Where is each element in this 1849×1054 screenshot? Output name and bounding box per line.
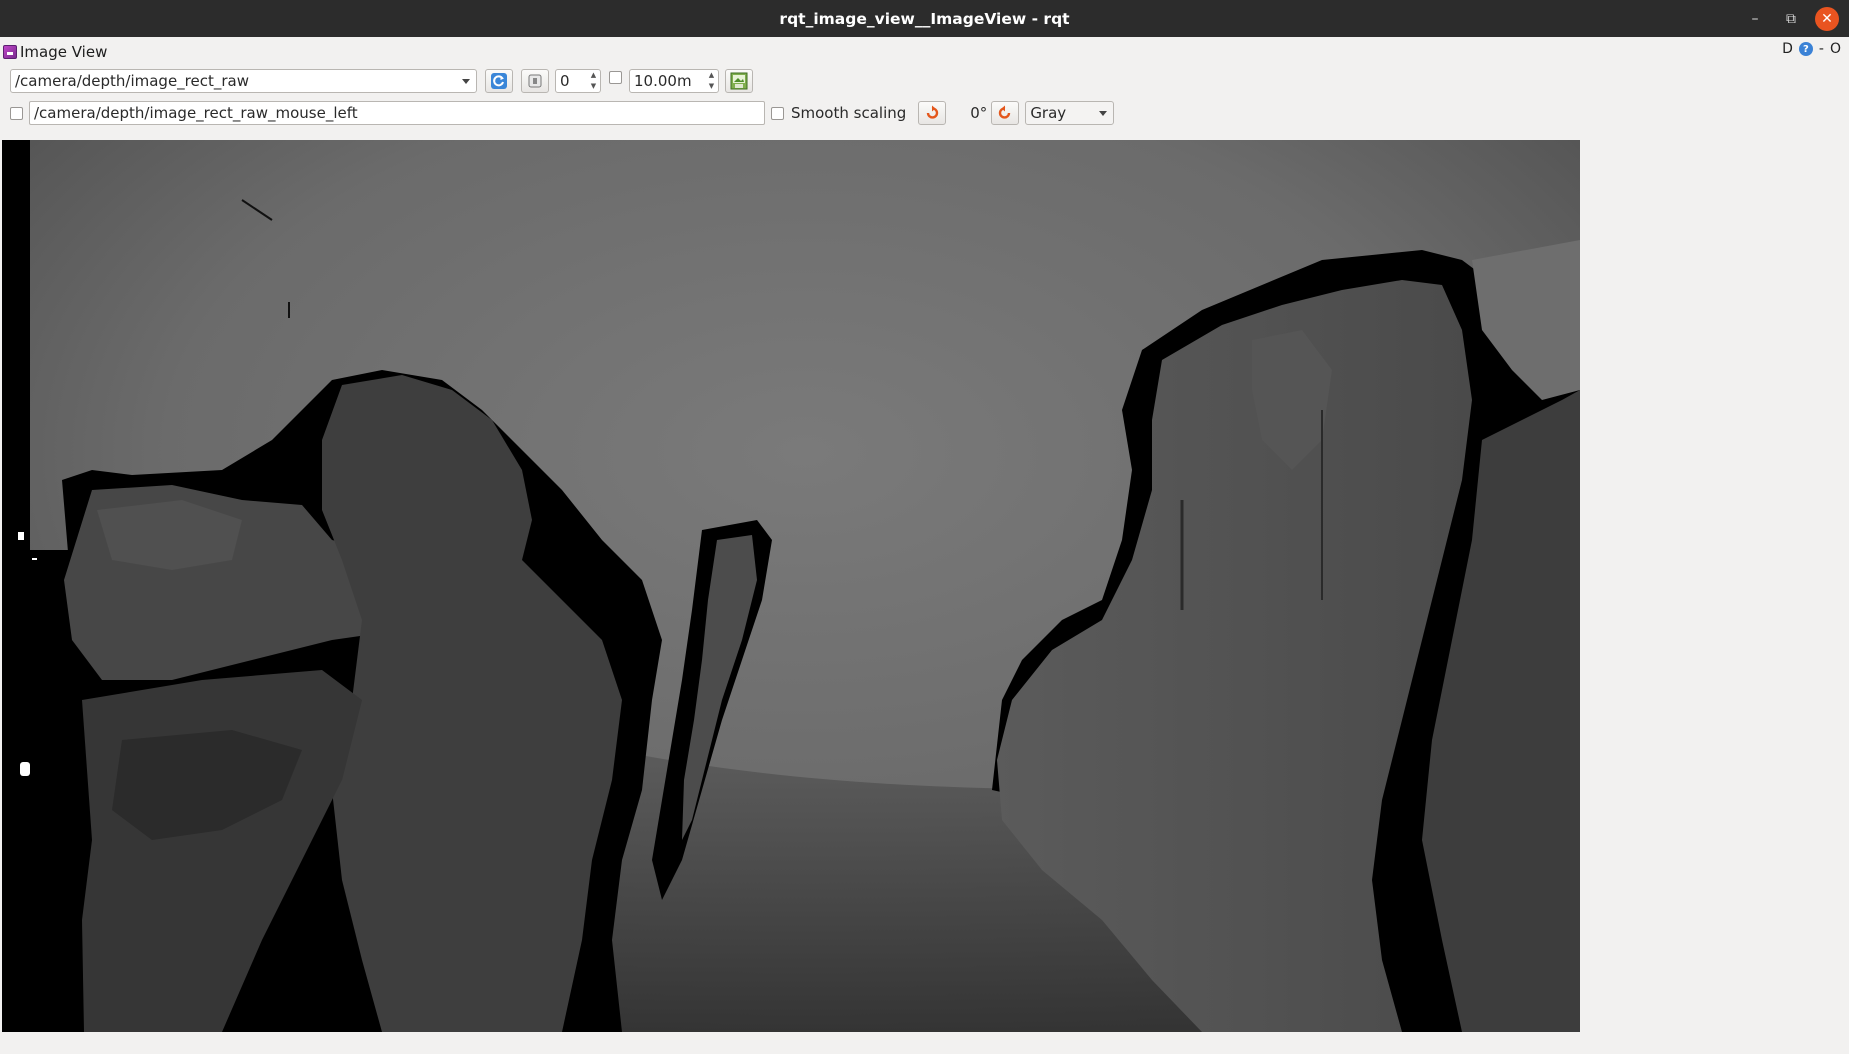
close-icon[interactable]: ✕ [1815,6,1839,31]
refresh-icon [491,73,507,89]
colormap-select[interactable]: Gray [1025,101,1115,125]
refresh-topics-button[interactable] [485,69,513,93]
dynamic-range-checkbox[interactable] [609,70,622,84]
mouse-topic-value: /camera/depth/image_rect_raw_mouse_left [34,104,358,122]
rotation-label: 0° [970,104,988,122]
window-titlebar: rqt_image_view__ImageView - rqt – ⧉ ✕ [0,0,1849,37]
image-view-plugin-icon [3,45,17,59]
dock-controls: D ? - O [1782,41,1841,57]
topic-select[interactable]: /camera/depth/image_rect_raw [10,69,477,93]
spin-arrows-icon[interactable]: ▲ ▼ [587,70,600,92]
chevron-down-icon [1099,111,1108,116]
mouse-topic-input[interactable]: /camera/depth/image_rect_raw_mouse_left [29,101,765,125]
max-range-spinbox[interactable]: 10.00m ▲ ▼ [629,69,719,93]
num-gridlines-spinbox[interactable]: 0 ▲ ▼ [555,69,601,93]
pause-icon [528,74,542,88]
colormap-value: Gray [1030,104,1067,122]
num-gridlines-value: 0 [560,72,570,90]
rotate-right-icon [999,105,1011,119]
window-controls: – ⧉ ✕ [1743,0,1839,37]
publish-mouse-checkbox[interactable] [10,106,23,120]
save-image-icon [730,72,748,90]
restore-icon[interactable]: ⧉ [1779,7,1803,31]
plugin-dock-header: Image View D ? - O [0,38,1849,66]
plugin-title: Image View [20,43,108,61]
topic-select-value: /camera/depth/image_rect_raw [15,72,250,90]
depth-image-view[interactable] [2,140,1580,1032]
smooth-scaling-label: Smooth scaling [791,104,907,122]
pause-button[interactable] [521,69,549,93]
chevron-down-icon [462,79,470,84]
dock-close-button[interactable]: O [1830,41,1841,57]
rotate-right-button[interactable] [991,101,1020,125]
toolbar-row-1: /camera/depth/image_rect_raw 0 ▲ ▼ 10.00m… [10,68,753,94]
dock-d-button[interactable]: D [1782,41,1793,57]
dock-minimize-button[interactable]: - [1819,41,1824,57]
window-title: rqt_image_view__ImageView - rqt [779,9,1070,28]
toolbar-row-2: /camera/depth/image_rect_raw_mouse_left … [10,100,1115,126]
status-bar [0,1033,1849,1054]
help-icon[interactable]: ? [1798,42,1813,56]
spin-arrows-icon[interactable]: ▲ ▼ [705,70,718,92]
smooth-scaling-checkbox[interactable] [771,106,784,120]
rotate-left-button[interactable] [918,101,947,125]
rotate-left-icon [927,105,939,119]
depth-image [2,140,1580,1032]
save-image-button[interactable] [725,69,753,93]
minimize-icon[interactable]: – [1743,7,1767,31]
max-range-value: 10.00m [634,72,692,90]
